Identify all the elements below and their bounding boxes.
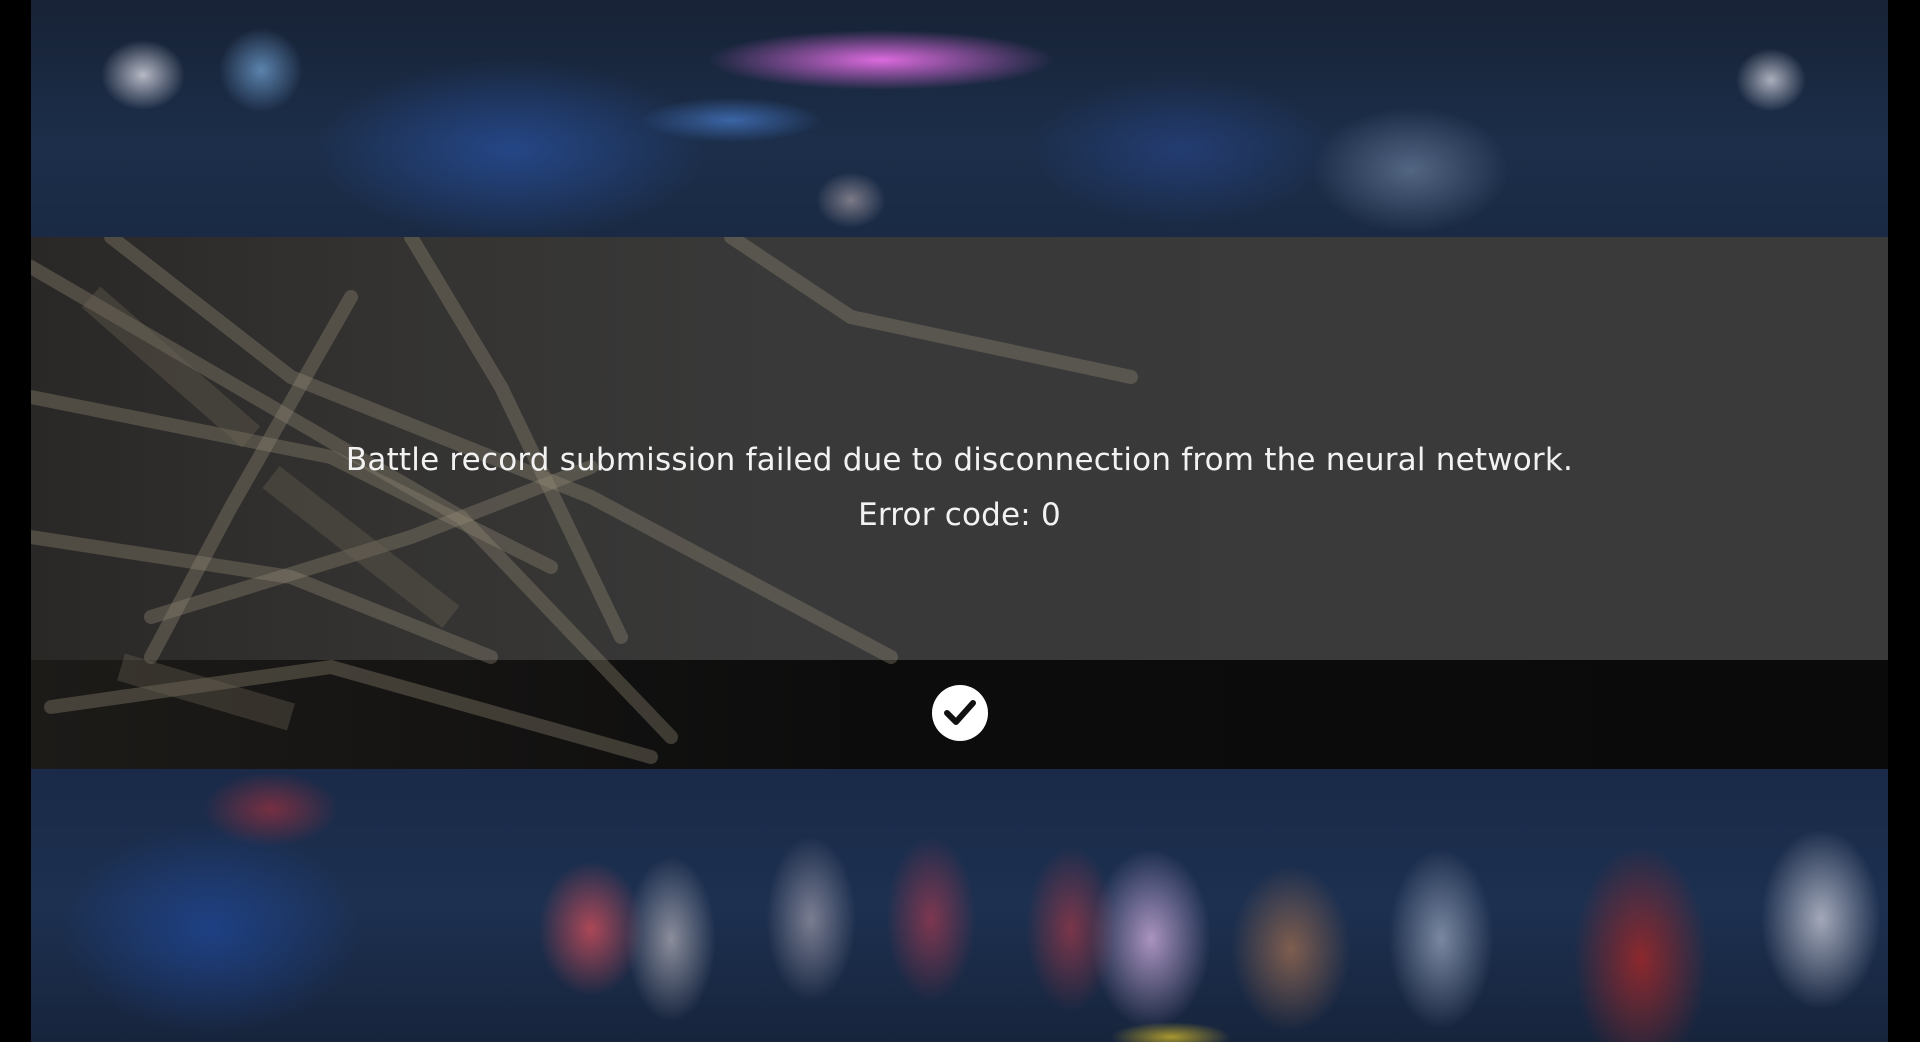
game-screen: Battle record submission failed due to d… — [0, 0, 1920, 1042]
error-dialog: Battle record submission failed due to d… — [31, 237, 1888, 769]
checkmark-icon — [944, 700, 976, 725]
blurred-background-bottom — [31, 769, 1888, 1042]
error-code: Error code: 0 — [858, 497, 1061, 533]
confirm-button[interactable] — [932, 685, 988, 741]
dialog-message-block: Battle record submission failed due to d… — [31, 433, 1888, 543]
game-viewport: Battle record submission failed due to d… — [31, 0, 1888, 1042]
blurred-background-top — [31, 0, 1888, 237]
error-message: Battle record submission failed due to d… — [345, 442, 1574, 478]
